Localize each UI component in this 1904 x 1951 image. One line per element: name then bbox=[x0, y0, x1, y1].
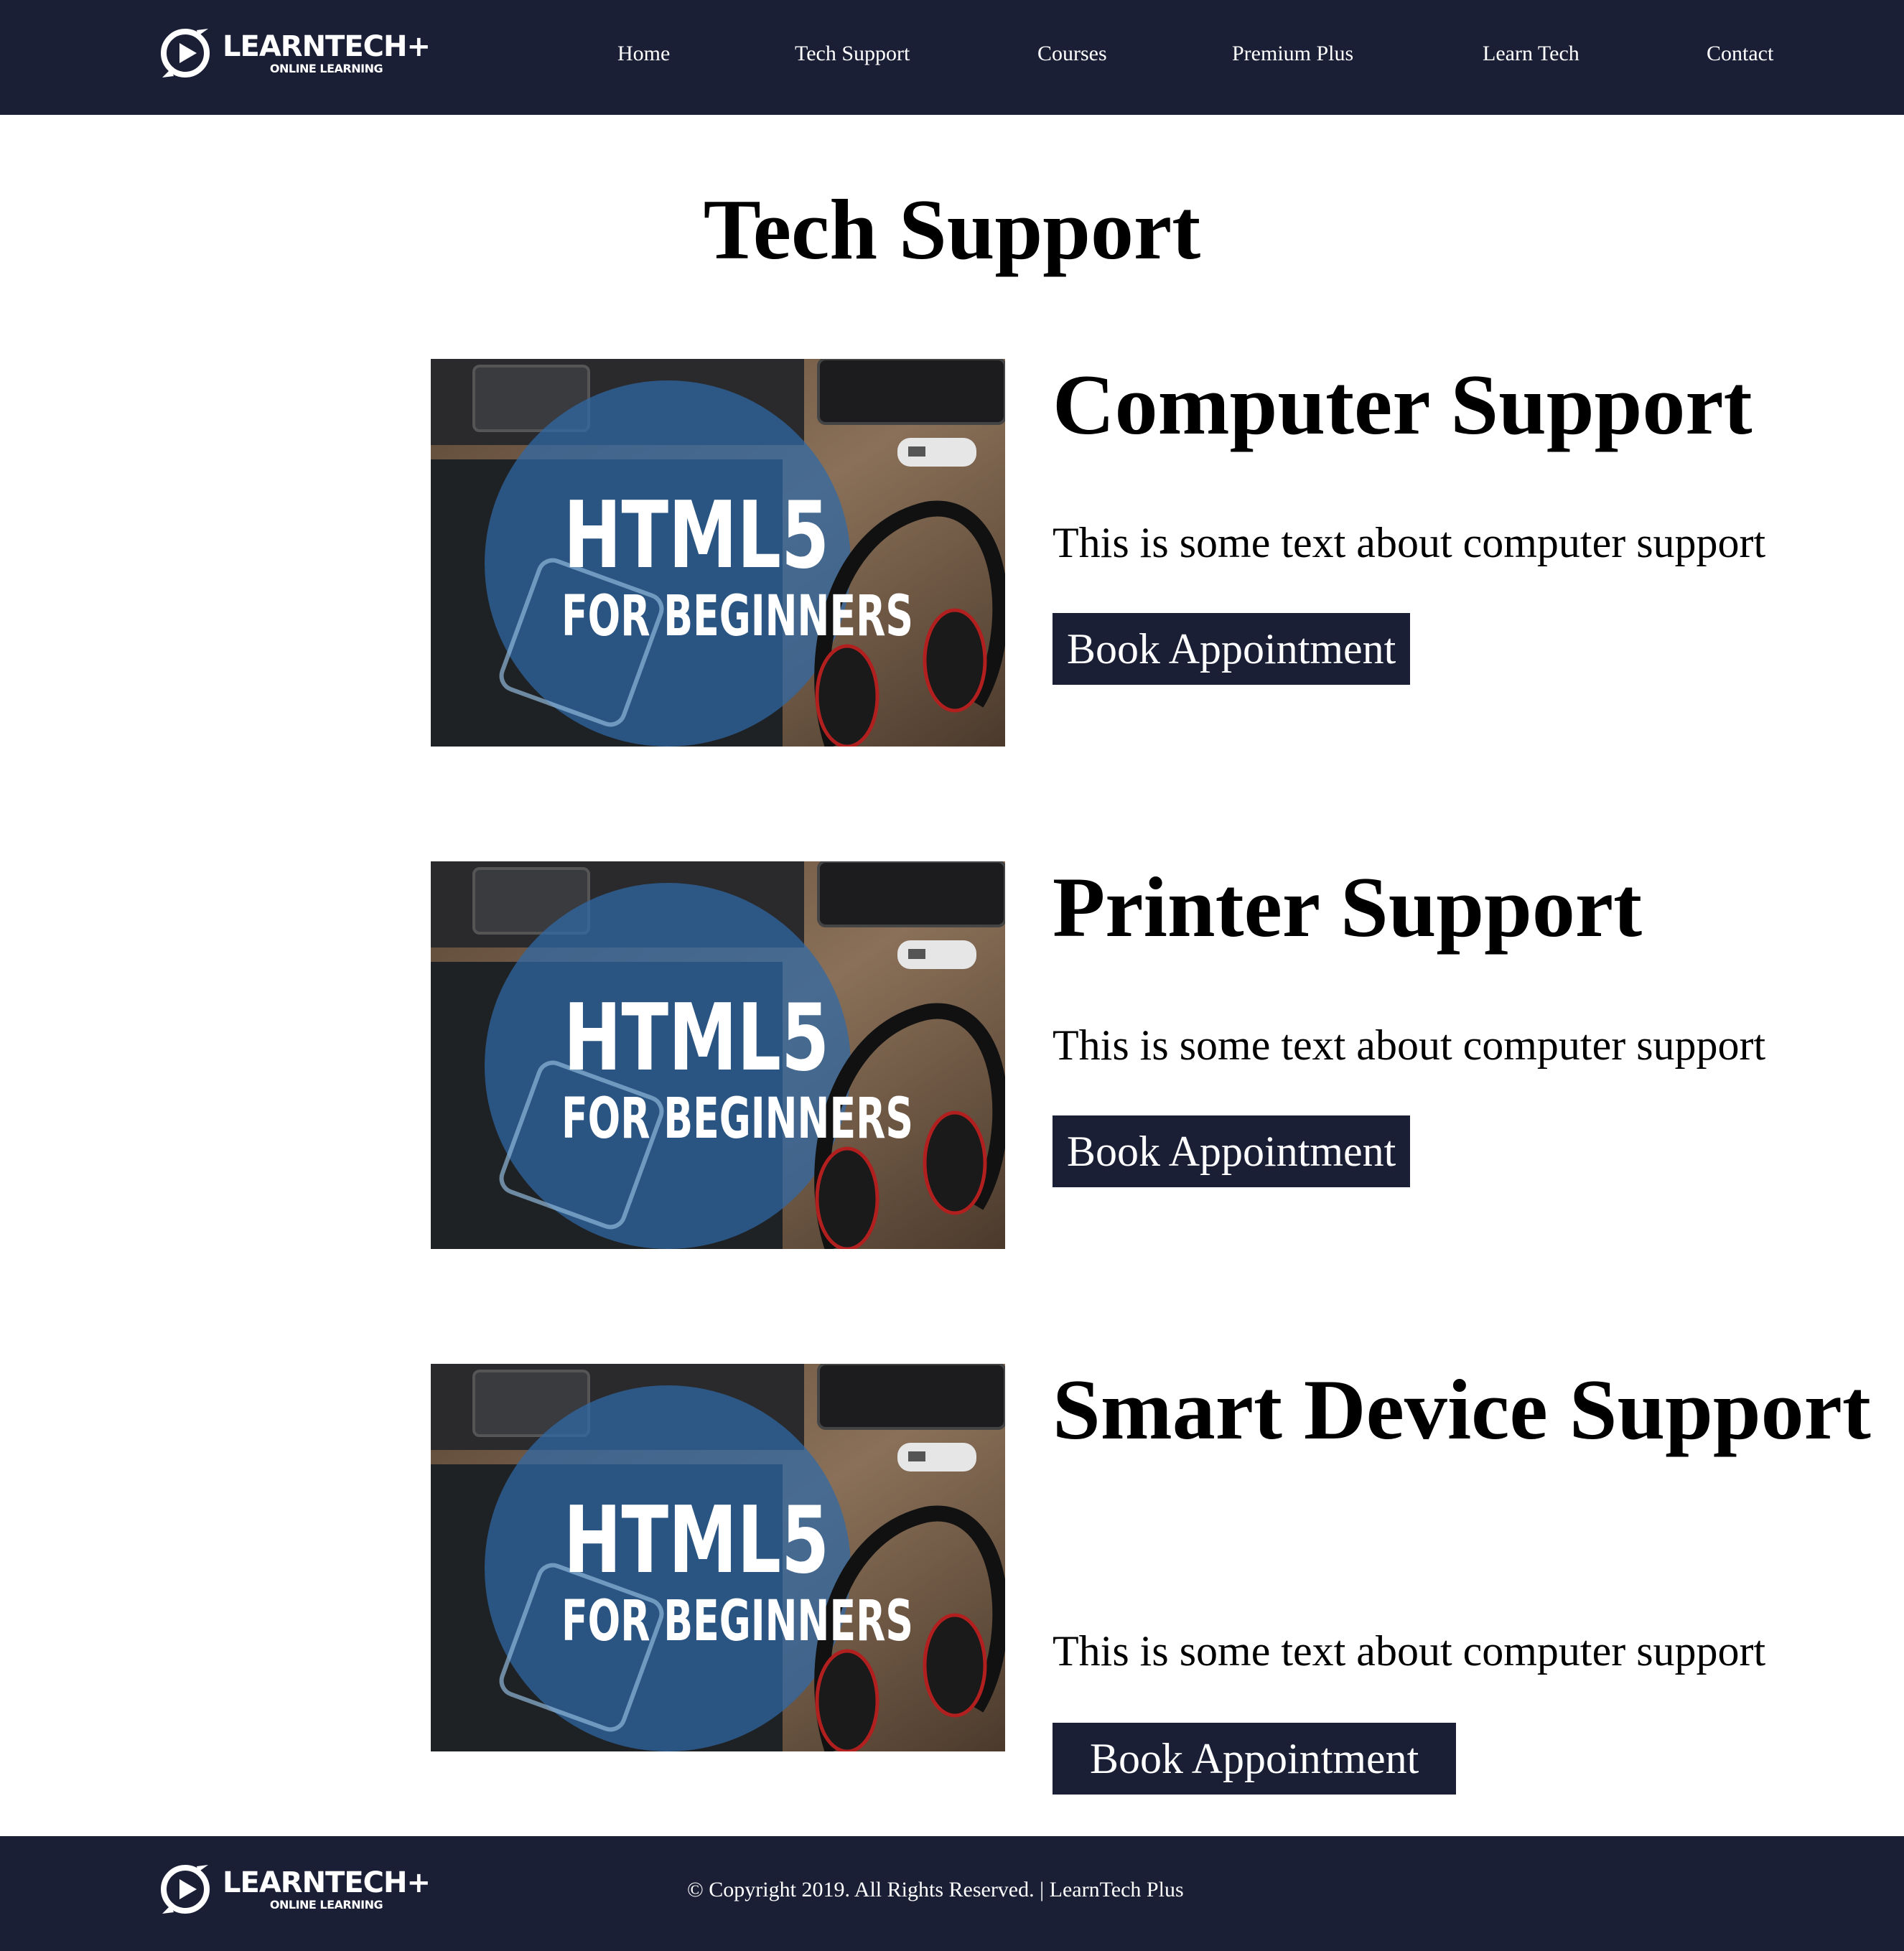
nav-item-courses[interactable]: Courses bbox=[1037, 42, 1107, 66]
nav-item-tech-support[interactable]: Tech Support bbox=[795, 42, 910, 66]
play-circle-icon bbox=[158, 1862, 213, 1917]
nav-item-home[interactable]: Home bbox=[617, 42, 670, 66]
book-appointment-button[interactable]: Book Appointment bbox=[1053, 613, 1411, 685]
page-title: Tech Support bbox=[703, 182, 1201, 277]
copyright-text: © Copyright 2019. All Rights Reserved. |… bbox=[687, 1878, 1184, 1901]
footer-brand-logo[interactable]: LEARNTECH+ ONLINE LEARNING bbox=[158, 1861, 431, 1918]
book-appointment-button[interactable]: Book Appointment bbox=[1053, 1115, 1411, 1187]
nav-item-contact[interactable]: Contact bbox=[1707, 42, 1773, 66]
brand-wordmark: LEARNTECH+ ONLINE LEARNING bbox=[223, 1866, 431, 1912]
card-description: This is some text about computer support bbox=[1053, 1627, 1766, 1675]
card-title: Smart Device Support bbox=[1053, 1362, 1871, 1457]
site-header: LEARNTECH+ ONLINE LEARNING Home Tech Sup… bbox=[0, 0, 1904, 115]
card-title: Computer Support bbox=[1053, 357, 1753, 452]
site-footer: LEARNTECH+ ONLINE LEARNING © Copyright 2… bbox=[0, 1836, 1904, 1951]
course-thumbnail-image bbox=[431, 861, 1005, 1249]
nav-item-premium-plus[interactable]: Premium Plus bbox=[1232, 42, 1353, 66]
card-title: Printer Support bbox=[1053, 859, 1643, 955]
book-appointment-button[interactable]: Book Appointment bbox=[1053, 1723, 1457, 1795]
brand-tagline: ONLINE LEARNING bbox=[269, 1898, 383, 1912]
card-description: This is some text about computer support bbox=[1053, 1021, 1766, 1069]
main-nav: Home Tech Support Courses Premium Plus L… bbox=[0, 0, 1904, 115]
course-thumbnail-image bbox=[431, 1364, 1005, 1751]
card-description: This is some text about computer support bbox=[1053, 519, 1766, 566]
brand-name: LEARNTECH+ bbox=[223, 1866, 431, 1899]
nav-item-learn-tech[interactable]: Learn Tech bbox=[1483, 42, 1579, 66]
course-thumbnail-image bbox=[431, 359, 1005, 747]
